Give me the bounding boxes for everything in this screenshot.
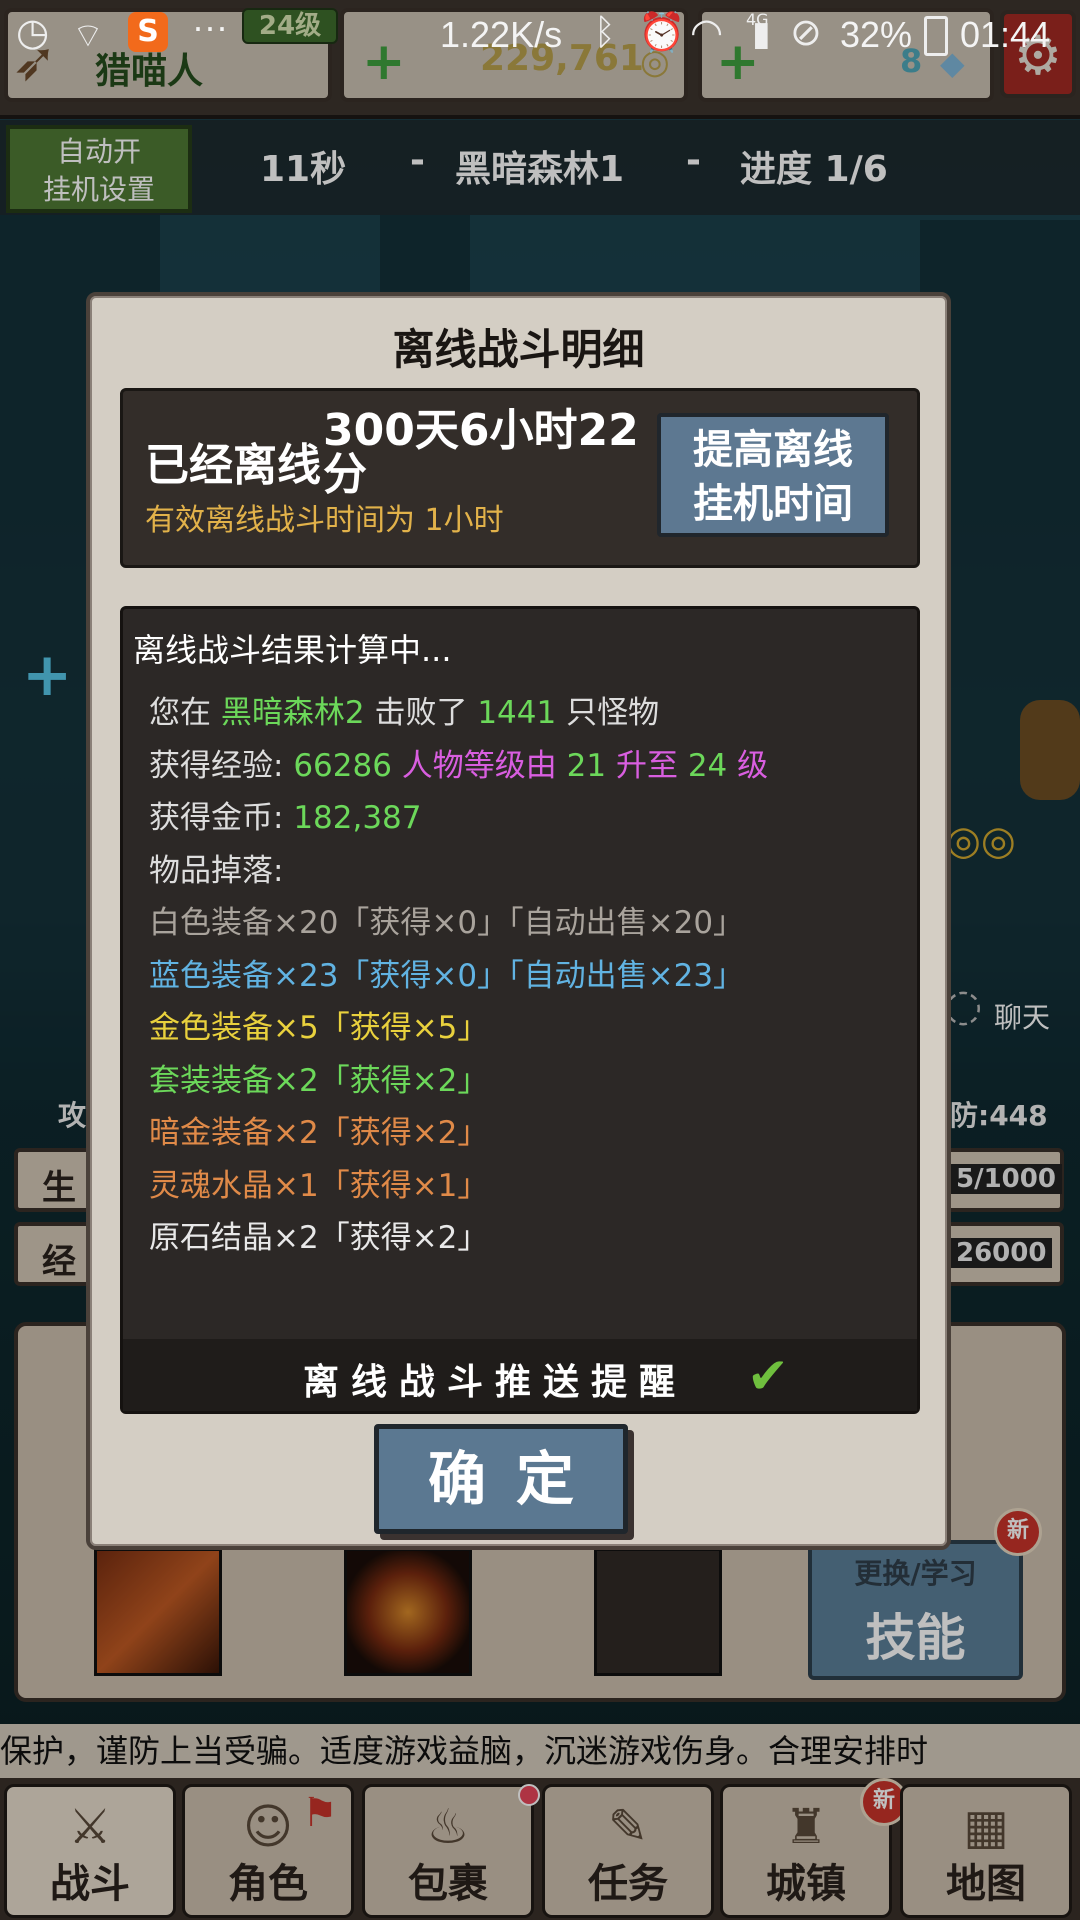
push-reminder-label: 离线战斗推送提醒 [303, 1362, 688, 1403]
kill-summary: 您在 黑暗森林2 击败了 1441 只怪物 [149, 687, 768, 740]
offline-battle-dialog: 离线战斗明细 已经离线 300天6小时22分 有效离线战斗时间为 1小时 提高离… [86, 292, 951, 1550]
increase-offline-time-button[interactable]: 提高离线 挂机时间 [657, 413, 889, 537]
wifi-icon: ⌔ [72, 16, 104, 56]
cell-signal-icon: ▮ [752, 14, 771, 54]
kill-post: 只怪物 [566, 695, 660, 731]
kill-count: 1441 [477, 695, 557, 731]
offline-time-box: 已经离线 300天6小时22分 有效离线战斗时间为 1小时 提高离线 挂机时间 [120, 388, 920, 568]
offline-label: 已经离线 [145, 440, 321, 491]
confirm-button[interactable]: 确定 [374, 1424, 628, 1534]
alarm-icon: ⏰ [638, 10, 686, 54]
do-not-disturb-icon: ⊘ [790, 10, 822, 54]
calculating-text: 离线战斗结果计算中... [133, 631, 452, 669]
drop-item: 灵魂水晶×1「获得×1」 [149, 1167, 489, 1204]
clock: 01:44 [960, 14, 1051, 55]
wifi-signal-icon: ◠ [690, 10, 724, 54]
exp-summary: 获得经验: 66286 人物等级由 21 升至 24 级 [149, 740, 768, 793]
kill-pre: 您在 [149, 695, 211, 731]
level-text-1: 人物等级由 [401, 747, 557, 784]
network-speed: 1.22K/s [440, 14, 563, 55]
battery-percent: 32% [840, 14, 913, 55]
push-reminder-row[interactable]: 离线战斗推送提醒 ✔ [123, 1339, 917, 1411]
drop-item: 原石结晶×2「获得×2」 [149, 1220, 489, 1256]
kill-mid: 击败了 [374, 695, 468, 731]
level-to: 24 [687, 747, 728, 784]
drop-item: 白色装备×20「获得×0」「自动出售×20」 [149, 905, 745, 941]
exp-gained: 66286 [293, 747, 392, 784]
offline-duration: 300天6小时22分 [323, 405, 639, 500]
drop-item: 暗金装备×2「获得×2」 [149, 1115, 489, 1151]
gold-gained: 182,387 [293, 800, 422, 836]
level-from: 21 [566, 747, 607, 784]
gold-label-text: 获得金币: [149, 800, 284, 836]
level-text-3: 级 [737, 747, 769, 784]
sogou-app-icon: S [128, 12, 168, 52]
result-lines: 您在 黑暗森林2 击败了 1441 只怪物 获得经验: 66286 人物等级由 … [149, 687, 768, 1265]
gold-summary: 获得金币: 182,387 [149, 792, 768, 845]
alarm-clock-icon: ◷ [16, 10, 50, 54]
status-bar: ◷ ⌔ S ··· 1.22K/s ᛒ ⏰ ◠ 4G ▮ ⊘ 32% 01:44 [0, 0, 1080, 80]
drops-list: 白色装备×20「获得×0」「自动出售×20」 蓝色装备×23「获得×0」「自动出售… [149, 897, 768, 1265]
checkmark-icon[interactable]: ✔ [747, 1347, 789, 1405]
drop-item: 套装装备×2「获得×2」 [149, 1062, 489, 1099]
dialog-title: 离线战斗明细 [392, 325, 645, 374]
kill-zone: 黑暗森林2 [220, 695, 365, 731]
drop-item: 蓝色装备×23「获得×0」「自动出售×23」 [149, 957, 745, 994]
bluetooth-icon: ᛒ [594, 12, 616, 53]
drops-label: 物品掉落: [149, 852, 284, 889]
drop-item: 金色装备×5「获得×5」 [149, 1010, 489, 1046]
raise-button-line1: 提高离线 [693, 427, 853, 473]
raise-button-line2: 挂机时间 [693, 481, 853, 527]
status-dots: ··· [192, 6, 228, 47]
battery-icon [924, 16, 948, 56]
effective-offline-time: 有效离线战斗时间为 1小时 [145, 503, 504, 538]
exp-label-text: 获得经验: [149, 747, 284, 784]
battle-result-box: 离线战斗结果计算中... 您在 黑暗森林2 击败了 1441 只怪物 获得经验:… [120, 606, 920, 1414]
level-text-2: 升至 [615, 747, 678, 784]
